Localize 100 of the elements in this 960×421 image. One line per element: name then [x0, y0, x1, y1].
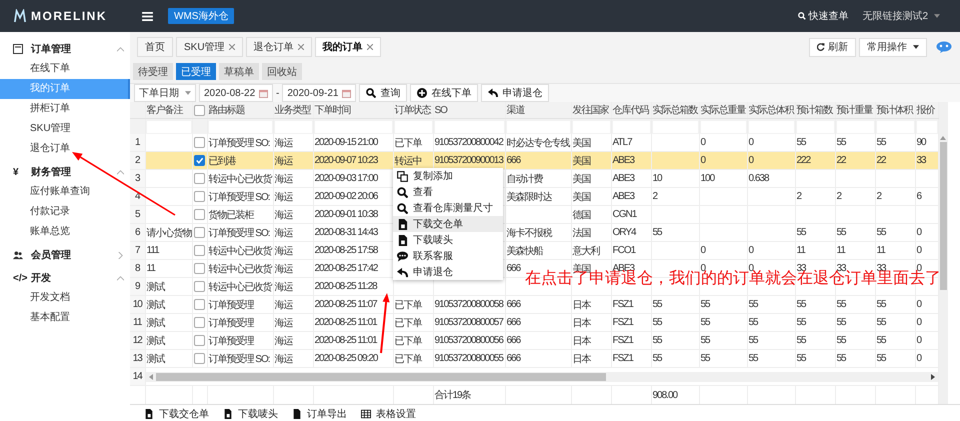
footer-button[interactable]: 订单导出	[290, 407, 349, 421]
checkbox[interactable]	[194, 173, 204, 184]
sidebar-item[interactable]: SKU管理	[0, 119, 130, 139]
column-header[interactable]: 业务类型	[273, 102, 313, 118]
column-header[interactable]: 实际总重量	[699, 102, 747, 118]
menu-icon[interactable]	[142, 12, 153, 20]
footer-button[interactable]: 下载唛头	[221, 407, 280, 421]
filter-field[interactable]	[146, 120, 190, 132]
close-icon[interactable]	[298, 44, 304, 50]
checkbox[interactable]	[194, 104, 204, 116]
date-field[interactable]: 2020-08-22	[199, 84, 273, 102]
column-header[interactable]: 仓库代码	[611, 102, 651, 118]
sidebar-item[interactable]: 在线下单	[0, 59, 130, 79]
column-header[interactable]: SO	[433, 102, 505, 118]
checkbox[interactable]	[194, 245, 204, 256]
context-menu-item[interactable]: 查看	[393, 184, 503, 200]
column-header[interactable]: 报价	[915, 102, 938, 118]
date-type-select[interactable]: 下单日期	[134, 84, 196, 102]
filter-field[interactable]	[274, 120, 312, 132]
user-menu[interactable]: 无限链接测试2	[862, 9, 940, 23]
filter-field[interactable]	[394, 120, 432, 132]
page-tab[interactable]: 首页	[137, 37, 173, 57]
filter-field[interactable]	[748, 120, 794, 132]
column-header[interactable]: 预计重量	[835, 102, 875, 118]
filter-field[interactable]	[572, 120, 610, 132]
context-menu-item[interactable]: 复制添加	[393, 168, 503, 184]
status-tab[interactable]: 草稿单	[219, 63, 259, 80]
checkbox[interactable]	[194, 227, 204, 238]
checkbox[interactable]	[194, 155, 204, 166]
sidebar-section[interactable]: 会员管理	[0, 245, 130, 265]
sidebar-item[interactable]: 开发文档	[0, 288, 130, 308]
sidebar-item[interactable]: 基本配置	[0, 308, 130, 328]
close-icon[interactable]	[366, 44, 373, 50]
sidebar-section[interactable]: ¥ 财务管理	[0, 162, 130, 182]
context-menu-item[interactable]: 下载唛头	[393, 232, 503, 248]
column-header[interactable]: 预计箱数	[795, 102, 835, 118]
context-menu-item[interactable]: 查看仓库测量尺寸	[393, 200, 503, 216]
column-header[interactable]: 发往国家	[571, 102, 611, 118]
sidebar-item[interactable]: 退仓订单	[0, 139, 130, 159]
column-header[interactable]: 订单状态	[393, 102, 433, 118]
vertical-scrollbar[interactable]	[938, 102, 948, 404]
filter-field[interactable]	[796, 120, 834, 132]
context-menu-item[interactable]: 联系客服	[393, 248, 503, 264]
sidebar-item[interactable]: 账单总览	[0, 222, 130, 242]
horizontal-scrollbar[interactable]	[146, 372, 937, 382]
sidebar-item[interactable]: 应付账单查询	[0, 182, 130, 202]
sidebar-item[interactable]: 付款记录	[0, 202, 130, 222]
filter-field[interactable]	[836, 120, 874, 132]
column-header[interactable]: 客户备注	[145, 102, 192, 118]
filter-field[interactable]	[506, 120, 570, 132]
column-header[interactable]: 路由标题	[207, 102, 273, 118]
column-header[interactable]: 渠道	[505, 102, 571, 118]
filter-field[interactable]	[876, 120, 914, 132]
checkbox[interactable]	[194, 317, 204, 328]
filter-field[interactable]	[612, 120, 650, 132]
toolbar-button[interactable]: 查询	[359, 84, 408, 102]
filter-field[interactable]	[314, 120, 392, 132]
refresh-button[interactable]: 刷新	[809, 38, 856, 56]
footer-button[interactable]: 表格设置	[359, 407, 418, 421]
table-cell: 美森快船	[505, 242, 571, 260]
checkbox[interactable]	[194, 263, 204, 274]
checkbox[interactable]	[194, 335, 204, 346]
checkbox[interactable]	[194, 281, 204, 292]
checkbox[interactable]	[194, 299, 204, 310]
page-tab[interactable]: 退仓订单	[246, 37, 312, 57]
scroll-left-icon[interactable]	[148, 374, 152, 380]
page-tab[interactable]: SKU管理	[176, 37, 243, 57]
checkbox[interactable]	[194, 353, 204, 364]
sidebar-section[interactable]: </> 开发	[0, 268, 130, 288]
context-menu-item[interactable]: 下载交仓单	[393, 216, 503, 232]
sidebar-section[interactable]: 订单管理	[0, 39, 130, 59]
module-button[interactable]: WMS海外仓	[168, 8, 234, 24]
common-actions-dropdown[interactable]: 常用操作	[859, 38, 927, 56]
scroll-up-icon[interactable]	[940, 136, 946, 140]
page-tab[interactable]: 我的订单	[314, 37, 381, 57]
status-tab[interactable]: 待受理	[133, 63, 173, 80]
sidebar-item[interactable]: 拼柜订单	[0, 99, 130, 119]
filter-field[interactable]	[652, 120, 698, 132]
date-field[interactable]: 2020-09-21	[282, 84, 356, 102]
chat-bubble-icon[interactable]	[936, 41, 952, 53]
checkbox[interactable]	[194, 137, 204, 148]
toolbar-button[interactable]: 申请退仓	[481, 84, 550, 102]
filter-field[interactable]	[208, 120, 272, 132]
status-tab[interactable]: 回收站	[262, 63, 302, 80]
checkbox[interactable]	[194, 191, 204, 202]
quick-search-link[interactable]: 快速查单	[798, 9, 848, 23]
toolbar-button[interactable]: 在线下单	[410, 84, 478, 102]
footer-button[interactable]: 下载交仓单	[142, 407, 211, 421]
filter-field[interactable]	[916, 120, 936, 132]
context-menu-item[interactable]: 申请退仓	[393, 264, 503, 280]
close-icon[interactable]	[228, 44, 235, 50]
column-header[interactable]: 实际总箱数	[651, 102, 699, 118]
filter-field[interactable]	[700, 120, 746, 132]
checkbox[interactable]	[194, 209, 204, 220]
column-header[interactable]: 实际总体积	[747, 102, 795, 118]
scroll-right-icon[interactable]	[930, 374, 934, 380]
filter-field[interactable]	[434, 120, 504, 132]
status-tab[interactable]: 已受理	[176, 63, 216, 80]
column-header[interactable]: 下单时间	[313, 102, 393, 118]
column-header[interactable]: 预计体积	[875, 102, 915, 118]
